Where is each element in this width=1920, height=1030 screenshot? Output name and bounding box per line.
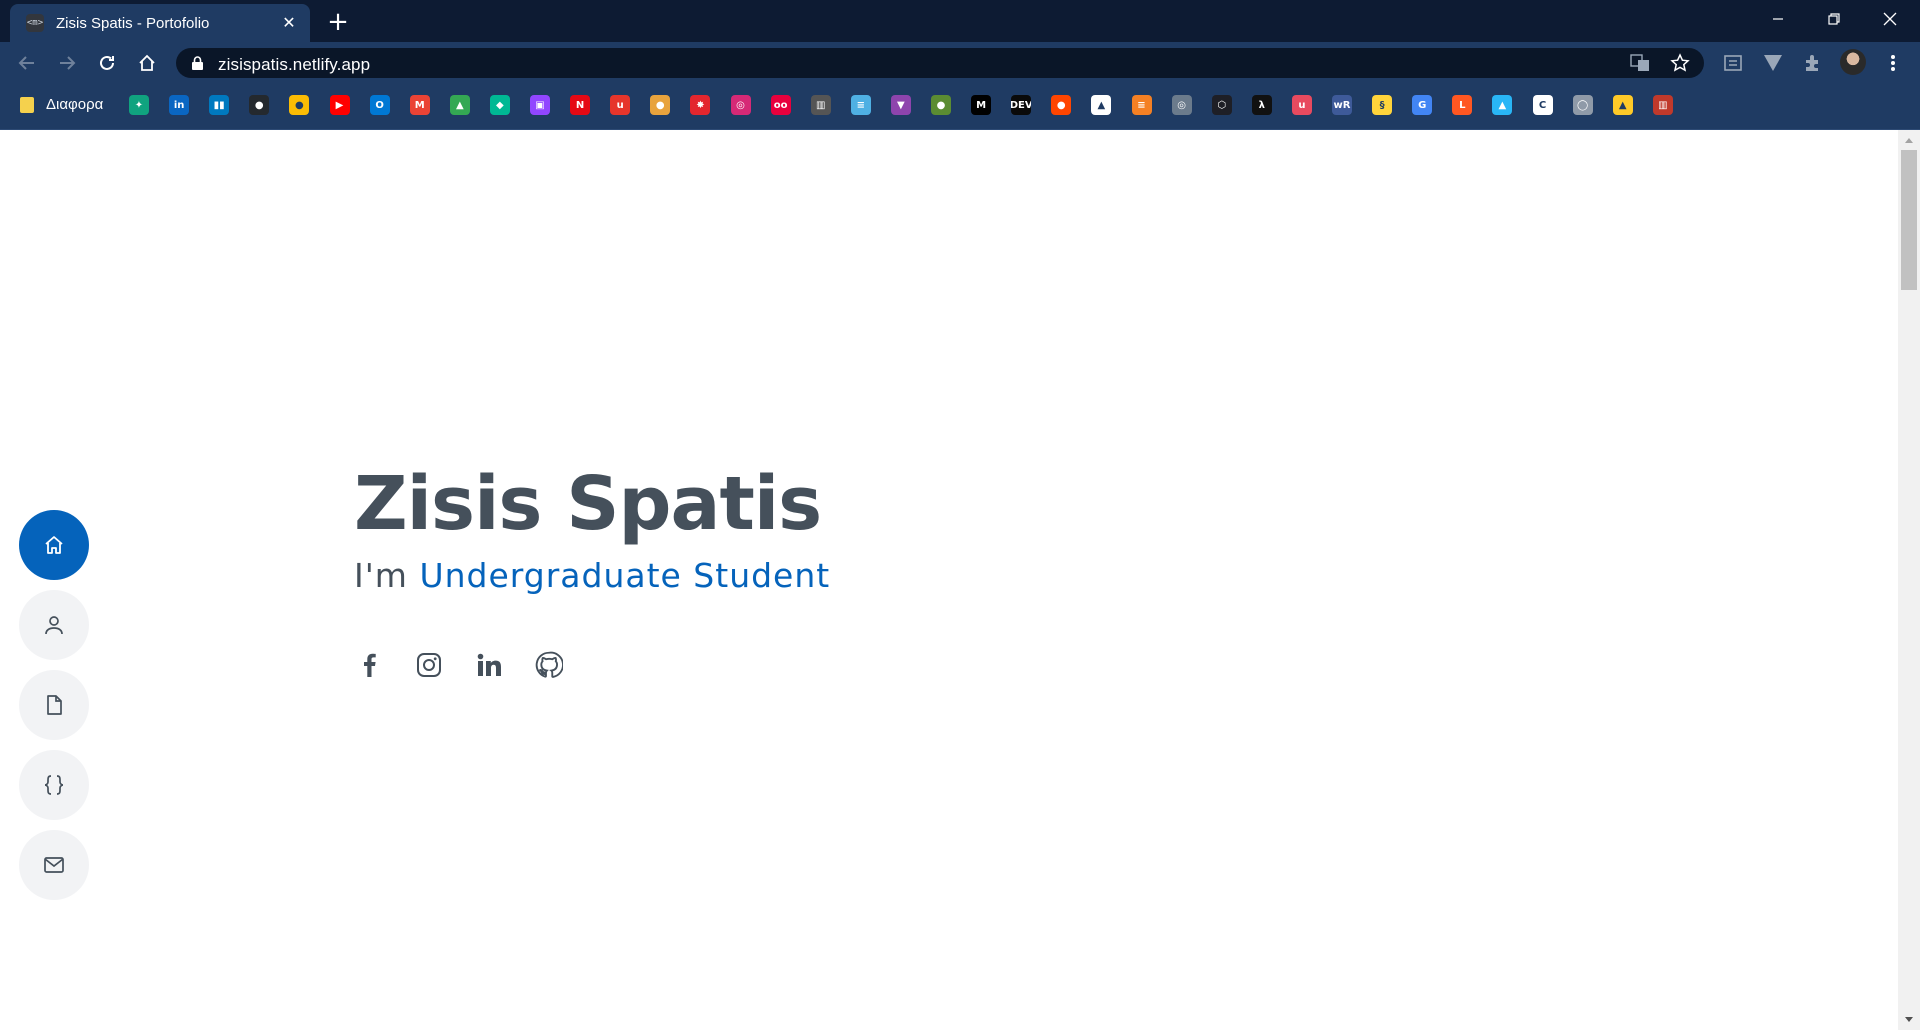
bookmarks-bar: Διαφορα ✦ in ▮▮ ● ● ▶ O M ▲ ◆ ▣ Nu ● ✸ ◎ oo ▥ ≡ ▼ ● M DEV ● ▲ ≡ ◎… — [0, 82, 1920, 130]
scrollbar[interactable] — [1898, 130, 1920, 1030]
lambda-icon[interactable]: λ — [1251, 95, 1272, 115]
instagram-icon[interactable]: ◎ — [730, 95, 751, 115]
netflix-icon[interactable]: N — [570, 95, 591, 115]
bookmark-folder[interactable]: Διαφορα — [20, 96, 103, 113]
hero-prefix: I'm — [354, 556, 408, 595]
bookmark-folder-label: Διαφορα — [46, 96, 104, 113]
leaf-icon[interactable]: ● — [931, 95, 951, 115]
archive-icon[interactable]: ▥ — [810, 95, 831, 115]
tab-favicon-icon: <m> — [26, 14, 44, 32]
drive-icon[interactable]: ▲ — [449, 95, 470, 115]
hero-section: Zisis Spatis I'm Undergraduate Student — [354, 460, 830, 595]
hat-icon[interactable]: ▲ — [1091, 95, 1112, 115]
github-icon[interactable] — [534, 650, 564, 680]
instagram-icon[interactable] — [414, 650, 444, 680]
red-star-icon[interactable]: ✸ — [690, 95, 711, 115]
wr-icon[interactable]: wR — [1332, 95, 1352, 115]
lock-icon — [192, 56, 203, 75]
stackoverflow-icon[interactable]: ≡ — [1131, 95, 1152, 115]
udemy-icon[interactable]: u — [610, 95, 631, 115]
profile-avatar[interactable] — [1840, 49, 1866, 75]
close-window-icon[interactable] — [1862, 0, 1918, 38]
browser-tab[interactable]: <m> Zisis Spatis - Portofolio ✕ — [10, 4, 310, 42]
folder-icon — [20, 96, 34, 113]
linkedin-icon[interactable]: in — [169, 95, 190, 115]
c-icon[interactable]: C — [1532, 95, 1553, 115]
u-icon[interactable]: u — [1291, 95, 1312, 115]
image-icon[interactable]: ▲ — [1492, 95, 1513, 115]
scroll-up-icon[interactable] — [1905, 138, 1913, 143]
scroll-down-icon[interactable] — [1905, 1017, 1913, 1022]
facebook-icon[interactable] — [354, 650, 384, 680]
keep-icon[interactable]: ● — [289, 95, 310, 115]
file-icon — [47, 695, 62, 715]
hero-subtitle: I'm Undergraduate Student — [354, 556, 830, 595]
person-icon — [45, 616, 63, 635]
address-bar[interactable]: zisispatis.netlify.app — [176, 48, 1704, 78]
translate-page-icon[interactable] — [1630, 54, 1650, 77]
browser-toolbar: zisispatis.netlify.app — [0, 42, 1920, 82]
page-content — [0, 130, 1898, 1030]
translate-icon[interactable]: G — [1412, 95, 1433, 115]
hero-name: Zisis Spatis — [354, 461, 822, 547]
menu-icon[interactable] — [1880, 50, 1906, 76]
nav-about-button[interactable] — [19, 590, 89, 660]
nav-projects-button[interactable] — [19, 750, 89, 820]
home-browser-icon[interactable] — [132, 48, 162, 78]
nav-home-button[interactable] — [19, 510, 89, 580]
trello-icon[interactable]: ▮▮ — [209, 95, 230, 115]
forward-icon[interactable] — [52, 48, 82, 78]
home-icon — [45, 536, 63, 554]
chatgpt-icon[interactable]: ✦ — [129, 95, 149, 115]
title-bar: <m> Zisis Spatis - Portofolio ✕ + — [0, 0, 1920, 42]
github-icon[interactable]: ● — [249, 95, 270, 115]
envelope-icon — [44, 857, 64, 873]
dev-icon[interactable]: DEV — [1011, 95, 1032, 115]
castle-icon[interactable]: ▥ — [1652, 95, 1673, 115]
reload-icon[interactable] — [92, 48, 122, 78]
url-text: zisispatis.netlify.app — [218, 55, 371, 74]
back-icon[interactable] — [12, 48, 42, 78]
social-links — [354, 650, 594, 680]
spiral-icon[interactable]: ◎ — [1171, 95, 1192, 115]
sonar-icon[interactable]: ● — [650, 95, 671, 115]
restore-icon[interactable] — [1806, 0, 1862, 38]
hero-role: Undergraduate Student — [419, 556, 831, 595]
medium-icon[interactable]: M — [971, 95, 992, 115]
tab-title: Zisis Spatis - Portofolio — [56, 14, 210, 32]
bulb-icon[interactable]: ◯ — [1572, 95, 1593, 115]
firebase-icon[interactable]: ▲ — [1612, 95, 1633, 115]
codepen-icon[interactable]: ⬡ — [1211, 95, 1232, 115]
diamond-icon[interactable]: ◆ — [489, 95, 510, 115]
scroll-thumb[interactable] — [1901, 150, 1917, 290]
vue-icon[interactable]: ▼ — [890, 95, 911, 115]
python-icon[interactable]: § — [1372, 95, 1393, 115]
braces-icon — [44, 775, 64, 795]
youtube-icon[interactable]: ▶ — [329, 95, 350, 115]
nav-resume-button[interactable] — [19, 670, 89, 740]
outlook-icon[interactable]: O — [369, 95, 390, 115]
vue-devtools-icon[interactable] — [1760, 50, 1786, 76]
flickr-icon[interactable]: oo — [770, 95, 791, 115]
reading-list-icon[interactable] — [1720, 50, 1746, 76]
minimize-icon[interactable] — [1750, 0, 1806, 38]
tab-close-icon[interactable]: ✕ — [278, 12, 300, 34]
new-tab-icon[interactable]: + — [324, 7, 352, 37]
gmail-icon[interactable]: M — [409, 95, 430, 115]
twitch-icon[interactable]: ▣ — [530, 95, 550, 115]
reddit-icon[interactable]: ● — [1051, 95, 1072, 115]
nav-contact-button[interactable] — [19, 830, 89, 900]
linkedin-icon[interactable] — [474, 650, 504, 680]
l-icon[interactable]: L — [1452, 95, 1473, 115]
star-icon[interactable] — [1670, 53, 1690, 78]
extensions-icon[interactable] — [1800, 50, 1826, 76]
document-icon[interactable]: ≡ — [850, 95, 871, 115]
